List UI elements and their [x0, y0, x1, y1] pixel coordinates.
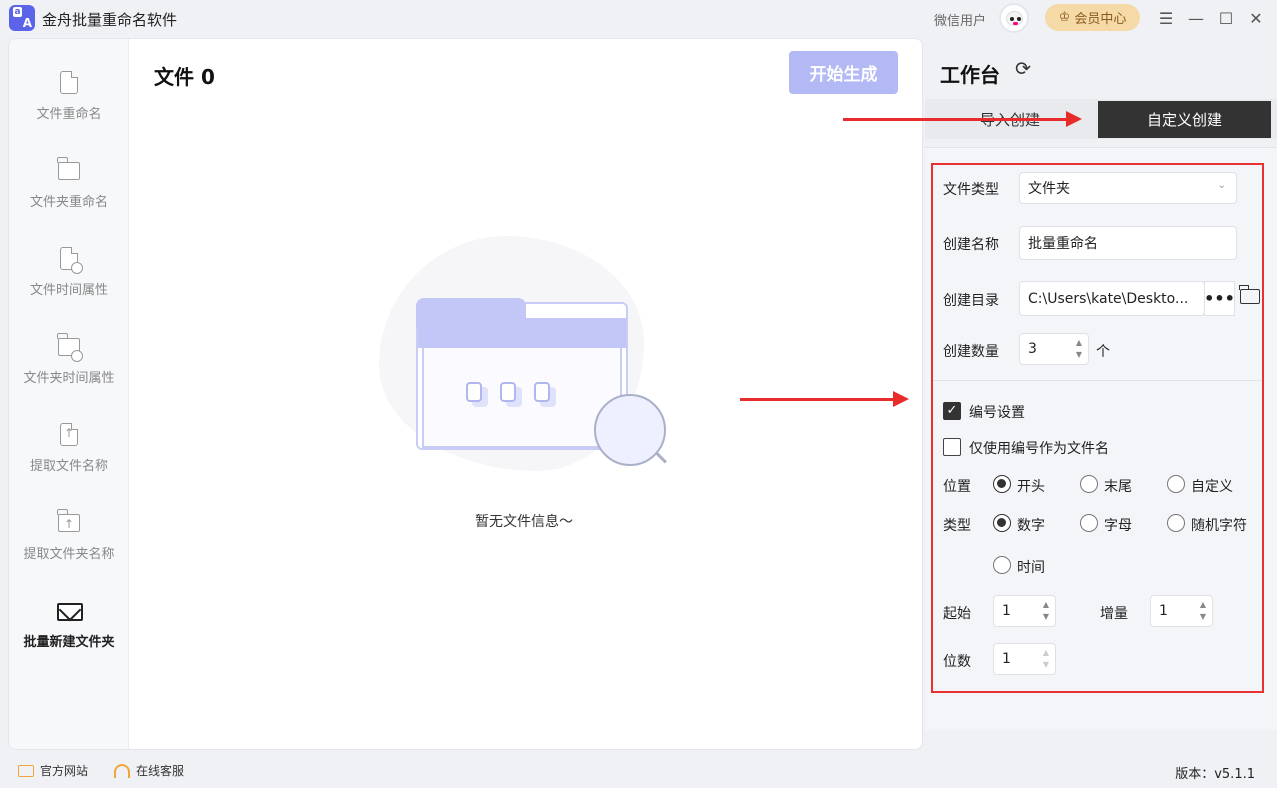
main-panel: 文件重命名 文件夹重命名 文件时间属性 文件夹时间属性 ↑ 提取文件名称 ↑ 提…	[8, 38, 923, 750]
create-dir-label: 创建目录	[943, 293, 999, 309]
title-bar: a A 金舟批量重命名软件 微信用户 ♔ 会员中心 ☰ — ☐ ✕	[0, 0, 1277, 36]
type-letter-label: 字母	[1104, 518, 1132, 534]
position-start-label: 开头	[1017, 479, 1045, 495]
folder-clock-icon	[57, 333, 83, 362]
type-random-label: 随机字符	[1191, 518, 1247, 534]
avatar[interactable]	[999, 3, 1029, 33]
tab-custom-create[interactable]: 自定义创建	[1098, 101, 1271, 138]
workbench-title: 工作台	[940, 63, 1000, 87]
start-stepper[interactable]: 1 ▲ ▼	[993, 595, 1056, 627]
divider	[933, 380, 1262, 381]
website-icon	[18, 764, 34, 777]
file-type-select[interactable]: 文件夹 ⌄	[1019, 172, 1237, 204]
folder-edit-icon	[57, 157, 81, 185]
increment-stepper[interactable]: 1 ▲ ▼	[1150, 595, 1213, 627]
chevron-down-icon: ⌄	[1217, 180, 1226, 191]
headset-icon	[114, 763, 130, 778]
stepper-arrows-icon[interactable]: ▲ ▼	[1200, 599, 1206, 623]
vip-center-button[interactable]: ♔ 会员中心	[1045, 4, 1140, 31]
position-end-label: 末尾	[1104, 479, 1132, 495]
folder-mail-icon	[57, 597, 83, 625]
position-custom-label: 自定义	[1191, 479, 1233, 495]
app-logo: a A	[9, 5, 35, 31]
official-site-link[interactable]: 官方网站	[18, 762, 88, 779]
radio-type-number[interactable]	[993, 514, 1011, 532]
create-name-label: 创建名称	[943, 237, 999, 253]
online-service-link[interactable]: 在线客服	[114, 762, 184, 779]
sidebar-item-batch-new-folder[interactable]: 批量新建文件夹	[9, 597, 129, 677]
digits-stepper[interactable]: 1 ▲ ▼	[993, 643, 1056, 675]
crown-icon: ♔	[1058, 10, 1071, 25]
sidebar-item-file-rename[interactable]: 文件重命名	[9, 69, 129, 149]
create-name-input[interactable]: 批量重命名	[1019, 226, 1237, 260]
create-dir-input[interactable]: C:\Users\kate\Deskto...	[1019, 281, 1205, 316]
user-name[interactable]: 微信用户	[934, 10, 986, 29]
create-count-stepper[interactable]: 3 ▲ ▼	[1019, 333, 1089, 365]
magnifier-icon	[594, 394, 666, 466]
only-number-label: 仅使用编号作为文件名	[969, 441, 1109, 457]
folder-upload-icon: ↑	[57, 509, 81, 537]
browse-more-button[interactable]: •••	[1204, 281, 1235, 316]
sidebar-item-folder-time[interactable]: 文件夹时间属性	[9, 333, 129, 413]
increment-label: 增量	[1100, 606, 1128, 622]
annotation-arrow-form	[740, 391, 909, 407]
file-type-label: 文件类型	[943, 182, 999, 198]
start-label: 起始	[943, 606, 971, 622]
version-label: 版本：v5.1.1	[1175, 767, 1255, 782]
radio-position-end[interactable]	[1080, 475, 1098, 493]
refresh-icon[interactable]: ⟳	[1015, 58, 1039, 82]
menu-icon[interactable]: ☰	[1154, 6, 1178, 30]
sidebar-item-file-time[interactable]: 文件时间属性	[9, 245, 129, 325]
annotation-arrow-tab	[843, 111, 1082, 127]
radio-type-random[interactable]	[1167, 514, 1185, 532]
sidebar: 文件重命名 文件夹重命名 文件时间属性 文件夹时间属性 ↑ 提取文件名称 ↑ 提…	[9, 39, 129, 749]
count-unit: 个	[1096, 344, 1110, 360]
sidebar-item-folder-rename[interactable]: 文件夹重命名	[9, 157, 129, 237]
only-number-checkbox[interactable]	[943, 438, 961, 456]
type-number-label: 数字	[1017, 518, 1045, 534]
file-count-header: 文件 0	[154, 65, 215, 89]
radio-position-start[interactable]	[993, 475, 1011, 493]
stepper-arrows-icon[interactable]: ▲ ▼	[1076, 337, 1082, 361]
radio-type-letter[interactable]	[1080, 514, 1098, 532]
file-edit-icon	[57, 69, 81, 97]
start-generate-button[interactable]: 开始生成	[789, 51, 898, 94]
minimize-button[interactable]: —	[1184, 6, 1208, 30]
numbering-checkbox[interactable]: ✓	[943, 402, 961, 420]
type-label: 类型	[943, 518, 971, 534]
sidebar-item-extract-file-name[interactable]: ↑ 提取文件名称	[9, 421, 129, 501]
maximize-button[interactable]: ☐	[1214, 6, 1238, 30]
status-bar: 官方网站 在线客服 版本：v5.1.1	[0, 752, 1277, 788]
close-button[interactable]: ✕	[1244, 6, 1268, 30]
stepper-arrows-icon[interactable]: ▲ ▼	[1043, 599, 1049, 623]
folder-open-icon[interactable]	[1239, 285, 1260, 304]
stepper-arrows-icon[interactable]: ▲ ▼	[1043, 647, 1049, 671]
position-label: 位置	[943, 479, 971, 495]
empty-state-text: 暂无文件信息～	[475, 514, 573, 530]
create-count-label: 创建数量	[943, 344, 999, 360]
radio-type-time[interactable]	[993, 556, 1011, 574]
radio-position-custom[interactable]	[1167, 475, 1185, 493]
numbering-label: 编号设置	[969, 405, 1025, 421]
empty-state-illustration	[376, 234, 668, 484]
file-upload-icon: ↑	[57, 421, 81, 449]
digits-label: 位数	[943, 654, 971, 670]
sidebar-item-extract-folder-name[interactable]: ↑ 提取文件夹名称	[9, 509, 129, 589]
file-clock-icon	[57, 245, 83, 274]
type-time-label: 时间	[1017, 560, 1045, 576]
app-title: 金舟批量重命名软件	[42, 11, 178, 29]
